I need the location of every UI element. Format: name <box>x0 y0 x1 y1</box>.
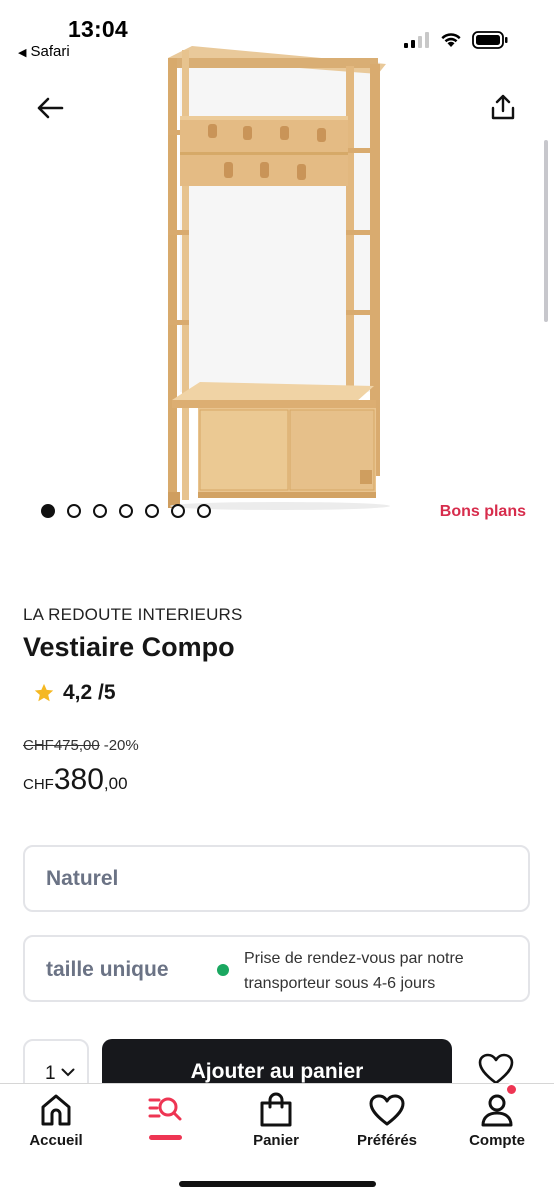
gallery-dot[interactable] <box>145 504 159 518</box>
tab-search[interactable] <box>116 1084 216 1164</box>
deal-badge[interactable]: Bons plans <box>440 503 526 521</box>
rating-value: 4,2 /5 <box>63 681 116 704</box>
user-icon <box>481 1094 513 1127</box>
delivery-info: Prise de rendez-vous par notre transport… <box>244 950 464 992</box>
gallery-dot[interactable] <box>67 504 81 518</box>
home-icon <box>41 1094 71 1126</box>
tab-panier[interactable]: Panier <box>226 1084 326 1164</box>
back-triangle-icon: ◀ <box>18 47 27 59</box>
size-value: taille unique <box>46 958 169 981</box>
share-button[interactable] <box>486 90 520 124</box>
tab-label-accueil: Accueil <box>29 1132 83 1149</box>
tab-label-compte: Compte <box>469 1132 525 1149</box>
price-currency: CHF <box>23 776 54 793</box>
star-icon <box>34 683 54 702</box>
shopping-bag-icon <box>260 1092 292 1127</box>
signal-icon <box>404 32 429 48</box>
tab-label-panier: Panier <box>253 1132 299 1149</box>
gallery-dot[interactable] <box>197 504 211 518</box>
search-list-icon <box>148 1097 182 1121</box>
product-rating[interactable]: 4,2 /5 <box>33 681 116 705</box>
price-decimals: ,00 <box>103 774 128 793</box>
product-image <box>168 46 390 510</box>
current-price: CHF 380,00 <box>23 763 128 797</box>
product-title: Vestiaire Compo <box>23 632 235 662</box>
tab-compte[interactable]: Compte <box>447 1084 547 1164</box>
size-selector[interactable]: taille unique Prise de rendez-vous par n… <box>23 935 530 1002</box>
battery-icon <box>472 31 508 49</box>
tab-label-preferes: Préférés <box>356 1132 418 1149</box>
active-tab-indicator <box>149 1135 182 1140</box>
color-value: Naturel <box>46 867 119 890</box>
back-button[interactable] <box>32 90 68 126</box>
notification-badge <box>505 1083 518 1096</box>
favorite-heart-icon[interactable] <box>478 1053 514 1085</box>
status-bar: 13:04 ◀ Safari <box>0 0 554 68</box>
gallery-dot[interactable] <box>119 504 133 518</box>
chevron-down-icon <box>61 1068 75 1077</box>
status-time: 13:04 <box>68 16 128 42</box>
gallery-pagination[interactable] <box>41 504 211 518</box>
gallery-dot[interactable] <box>93 504 107 518</box>
wifi-icon <box>441 33 461 47</box>
quantity-value: 1 <box>45 1063 56 1084</box>
gallery-dot[interactable] <box>41 504 55 518</box>
color-selector[interactable]: Naturel <box>23 845 530 912</box>
gallery-dot[interactable] <box>171 504 185 518</box>
tab-preferes[interactable]: Préférés <box>337 1084 437 1164</box>
old-price: CHF475,00 <box>23 737 100 754</box>
arrow-left-icon <box>37 97 64 119</box>
discount-label: -20% <box>103 737 139 754</box>
availability-dot <box>217 964 229 976</box>
scroll-indicator <box>544 140 548 322</box>
price-integer: 380 <box>53 763 104 796</box>
product-gallery[interactable]: Bons plans <box>0 0 554 540</box>
heart-icon <box>369 1094 405 1126</box>
home-indicator <box>179 1181 376 1187</box>
back-app-label: Safari <box>30 43 70 60</box>
tab-accueil[interactable]: Accueil <box>6 1084 106 1164</box>
status-icons <box>404 31 508 49</box>
old-price-row: CHF475,00 -20% <box>23 737 139 754</box>
back-to-app[interactable]: ◀ Safari <box>18 43 70 60</box>
product-brand[interactable]: LA REDOUTE INTERIEURS <box>23 605 243 625</box>
share-icon <box>491 94 515 120</box>
